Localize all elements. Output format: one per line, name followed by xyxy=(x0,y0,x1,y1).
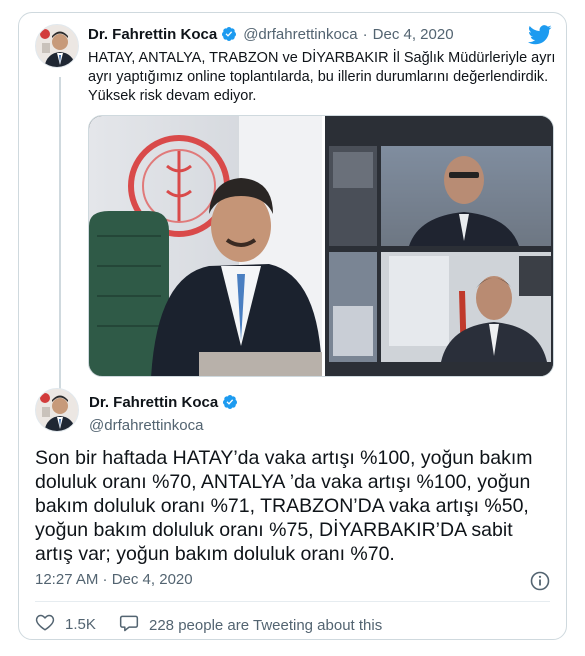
like-button[interactable]: 1.5K xyxy=(35,613,96,635)
photo-video-conference xyxy=(325,116,553,376)
tweet-timestamp[interactable]: 12:27 AM · Dec 4, 2020 xyxy=(35,571,193,588)
separator-dot: · xyxy=(362,26,368,43)
tweeting-about-link[interactable]: 228 people are Tweeting about this xyxy=(119,613,382,637)
author-avatar-2[interactable] xyxy=(35,388,79,432)
author-handle[interactable]: @drfahrettinkoca xyxy=(243,26,357,43)
speech-bubble-icon xyxy=(119,613,139,637)
author-handle-2[interactable]: @drfahrettinkoca xyxy=(89,417,238,434)
action-divider xyxy=(35,601,550,602)
info-icon[interactable] xyxy=(530,571,550,596)
embedded-tweet-card: Dr. Fahrettin Koca @drfahrettinkoca · Dec 4… xyxy=(18,12,567,640)
heart-icon xyxy=(35,613,55,635)
tweeting-about-text: 228 people are Tweeting about this xyxy=(149,616,383,634)
photo-minister-desk xyxy=(89,116,322,376)
tweet-date[interactable]: Dec 4, 2020 xyxy=(373,26,454,43)
tweet1-header: Dr. Fahrettin Koca @drfahrettinkoca · Dec 4… xyxy=(88,26,454,47)
tweet1-text: HATAY, ANTALYA, TRABZON ve DİYARBAKIR İl… xyxy=(88,50,556,104)
verified-badge-icon xyxy=(221,26,237,47)
author-avatar[interactable] xyxy=(35,24,79,68)
author-name-2[interactable]: Dr. Fahrettin Koca xyxy=(89,394,218,411)
tweet2-text: Son bir haftada HATAY’da vaka artışı %10… xyxy=(35,447,533,565)
like-count: 1.5K xyxy=(65,615,96,633)
verified-badge-icon xyxy=(222,394,238,415)
author-name[interactable]: Dr. Fahrettin Koca xyxy=(88,26,217,43)
twitter-bird-icon[interactable] xyxy=(528,25,552,50)
tweet2-header: Dr. Fahrettin Koca @drfahrettinkoca xyxy=(89,394,238,434)
thread-connector-line xyxy=(59,77,61,389)
tweet-photo-collage[interactable] xyxy=(88,115,554,377)
